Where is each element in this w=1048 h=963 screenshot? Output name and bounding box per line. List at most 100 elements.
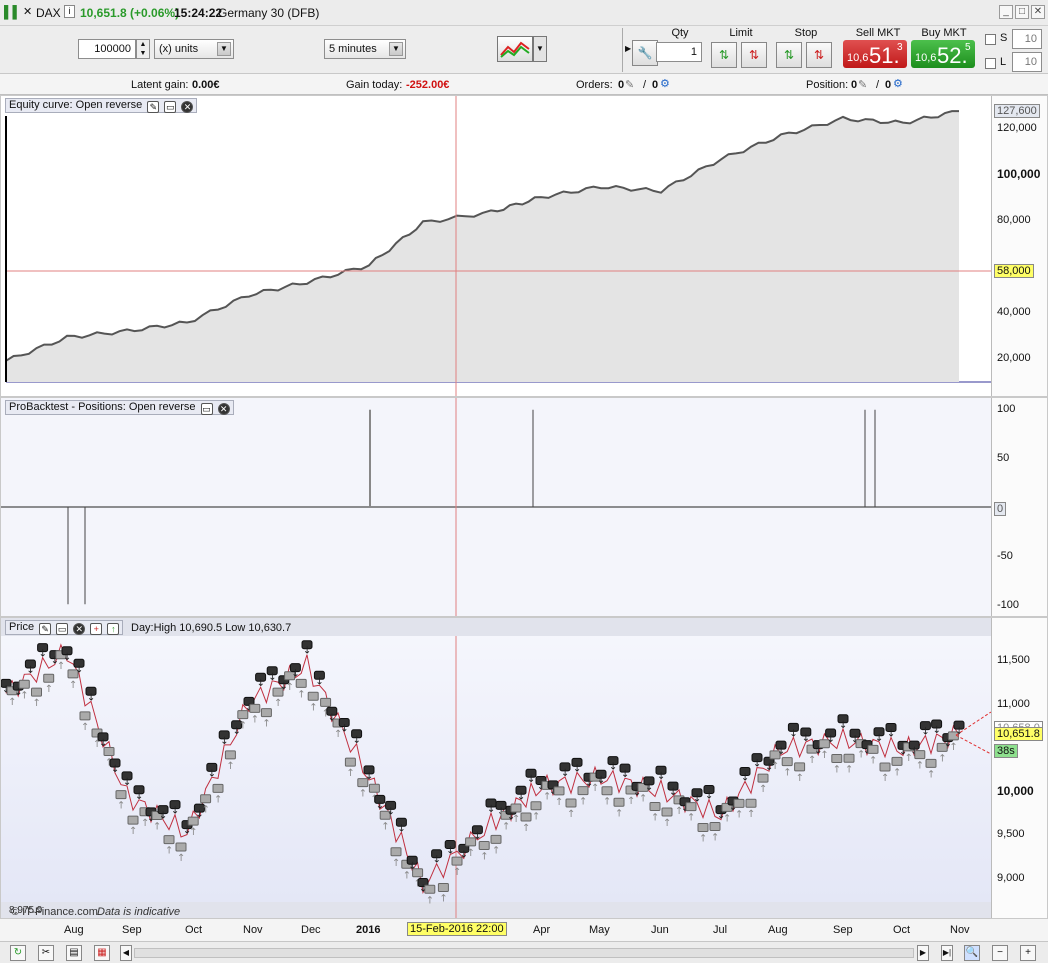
sell-arrow-marker: ↓: [111, 764, 119, 775]
buy-arrow-marker: ↑: [949, 742, 957, 753]
sell-arrow-marker: ↓: [291, 669, 299, 680]
position-count-b: 0: [885, 79, 892, 91]
buy-trade-marker: [879, 762, 891, 772]
horizontal-scrollbar[interactable]: [134, 948, 914, 958]
buy-trade-marker: [661, 807, 673, 817]
position-settings-icon[interactable]: ⚙: [893, 77, 903, 90]
maximize-icon[interactable]: □: [1015, 5, 1029, 19]
buy-arrow-marker: ↑: [603, 797, 611, 808]
orders-settings-icon[interactable]: ⚙: [660, 77, 670, 90]
equity-panel-header: Equity curve: Open reverse ✎ ▭ ✕: [5, 98, 198, 113]
wrench-icon[interactable]: ✎: [39, 623, 52, 635]
stop-distance-input[interactable]: 10: [1012, 29, 1042, 49]
document-icon[interactable]: ▤: [66, 945, 82, 961]
equity-top-marker: 127,600: [994, 104, 1040, 118]
sell-arrow-marker: ↓: [741, 772, 749, 783]
window-close-icon[interactable]: ✕: [1031, 5, 1045, 19]
zoom-select-icon[interactable]: 🔍: [964, 945, 980, 961]
scroll-left-icon[interactable]: ◀: [120, 945, 132, 961]
timeframe-select[interactable]: 5 minutes ▼: [324, 39, 406, 59]
buy-trade-marker: [43, 673, 55, 683]
symbol-label[interactable]: DAX: [36, 6, 61, 20]
add-indicator-icon[interactable]: +: [90, 623, 103, 635]
stop-buy-button[interactable]: ⇅: [776, 42, 802, 68]
date-tick: Aug: [768, 924, 788, 936]
settings-wrench-button[interactable]: 🔧: [632, 40, 658, 66]
candles-icon: [500, 41, 530, 58]
date-tick: Dec: [301, 924, 321, 936]
buy-trade-marker: [424, 884, 436, 894]
date-tick: Nov: [950, 924, 970, 936]
buy-trade-marker: [344, 757, 356, 767]
buy-trade-marker: [249, 703, 261, 713]
buy-arrow-marker: ↑: [615, 808, 623, 819]
positions-panel-title: ProBacktest - Positions: Open reverse: [9, 401, 196, 413]
limit-sell-button[interactable]: ⇅: [741, 42, 767, 68]
table-icon[interactable]: ▦: [94, 945, 110, 961]
refresh-icon[interactable]: ↻: [10, 945, 26, 961]
collapse-arrow-icon[interactable]: ▶: [625, 44, 631, 53]
window-icon[interactable]: ▭: [164, 101, 177, 113]
buy-trade-marker: [510, 803, 522, 813]
order-qty-input[interactable]: 1: [656, 42, 702, 62]
buy-arrow-marker: ↑: [69, 680, 77, 691]
close-panel-icon[interactable]: ✕: [217, 403, 230, 415]
close-icon[interactable]: ✕: [23, 5, 32, 18]
quantity-input[interactable]: 100000: [78, 39, 136, 59]
buy-arrow-marker: ↑: [711, 833, 719, 844]
scroll-right-icon[interactable]: ▶: [917, 945, 929, 961]
buy-arrow-icon[interactable]: ↑: [107, 623, 120, 635]
buy-market-button[interactable]: 10,6 52. 5: [911, 40, 975, 68]
equity-curve-chart[interactable]: [1, 96, 991, 396]
sell-arrow-marker: ↓: [39, 649, 47, 660]
sell-mkt-label: Sell MKT: [855, 27, 901, 39]
buy-trade-marker: [103, 747, 115, 757]
window-icon[interactable]: ▭: [200, 403, 213, 415]
equity-tick: 100,000: [997, 167, 1041, 181]
sell-arrow-marker: ↓: [753, 759, 761, 770]
minimize-icon[interactable]: _: [999, 5, 1013, 19]
sell-arrow-marker: ↓: [517, 791, 525, 802]
positions-chart[interactable]: [1, 398, 991, 616]
zoom-out-icon[interactable]: −: [992, 945, 1008, 961]
info-icon[interactable]: i: [64, 5, 75, 18]
date-tick: Aug: [64, 924, 84, 936]
sell-market-button[interactable]: 10,6 51. 3: [843, 40, 907, 68]
sell-arrow-marker: ↓: [657, 771, 665, 782]
buy-arrow-marker: ↑: [845, 764, 853, 775]
chart-style-dropdown[interactable]: ▼: [533, 36, 547, 62]
price-chart[interactable]: ↓ ↑ ↓ ↑ ↓ ↑ ↓ ↑ ↓ ↑ ↓ ↑ ↓ ↑ ↓ ↑ ↓ ↑ ↓ ↑ ↓ ↑ ↓ ↑ ↓ ↑ ↓ ↑ ↓ ↑ ↓ ↑ ↓ ↑ ↓ ↑ ↓ ↑ ↓ ↑…: [1, 618, 991, 918]
buy-trade-marker: [390, 847, 402, 857]
orders-edit-icon[interactable]: ✎: [625, 78, 634, 91]
buy-arrow-marker: ↑: [467, 848, 475, 859]
stop-sell-button[interactable]: ⇅: [806, 42, 832, 68]
limit-checkbox[interactable]: [985, 58, 996, 69]
close-panel-icon[interactable]: ✕: [181, 101, 194, 113]
limit-buy-button[interactable]: ⇅: [711, 42, 737, 68]
orders-count-a: 0: [618, 79, 625, 91]
scissors-icon[interactable]: ✂: [38, 945, 54, 961]
sell-arrow-marker: ↓: [446, 846, 454, 857]
stop-checkbox[interactable]: [985, 34, 996, 45]
sell-arrow-marker: ↓: [340, 723, 348, 734]
buy-trade-marker: [925, 758, 937, 768]
position-edit-icon[interactable]: ✎: [858, 78, 867, 91]
wrench-icon[interactable]: ✎: [147, 101, 160, 113]
buy-arrow-marker: ↑: [759, 784, 767, 795]
buy-trade-marker: [224, 750, 236, 760]
quantity-stepper[interactable]: ▲ ▼: [136, 39, 150, 59]
price-panel: ↓ ↑ ↓ ↑ ↓ ↑ ↓ ↑ ↓ ↑ ↓ ↑ ↓ ↑ ↓ ↑ ↓ ↑ ↓ ↑ ↓ ↑ ↓ ↑ ↓ ↑ ↓ ↑ ↓ ↑ ↓ ↑ ↓ ↑ ↓ ↑ ↓ ↑ ↓ ↑…: [0, 617, 1048, 919]
zoom-in-icon[interactable]: +: [1020, 945, 1036, 961]
close-panel-icon[interactable]: ✕: [73, 623, 86, 635]
position-separator: /: [876, 79, 880, 91]
limit-distance-input[interactable]: 10: [1012, 52, 1042, 72]
scroll-end-icon[interactable]: ▶|: [941, 945, 953, 961]
buy-trade-marker: [601, 786, 613, 796]
buy-trade-marker: [831, 754, 843, 764]
copyright-watermark: © IT-Finance.com: [11, 906, 98, 918]
window-icon[interactable]: ▭: [56, 623, 69, 635]
buy-arrow-marker: ↑: [251, 714, 259, 725]
unit-select[interactable]: (x) units ▼: [154, 39, 234, 59]
chart-style-button[interactable]: [497, 36, 533, 62]
projection-down: [955, 734, 991, 755]
